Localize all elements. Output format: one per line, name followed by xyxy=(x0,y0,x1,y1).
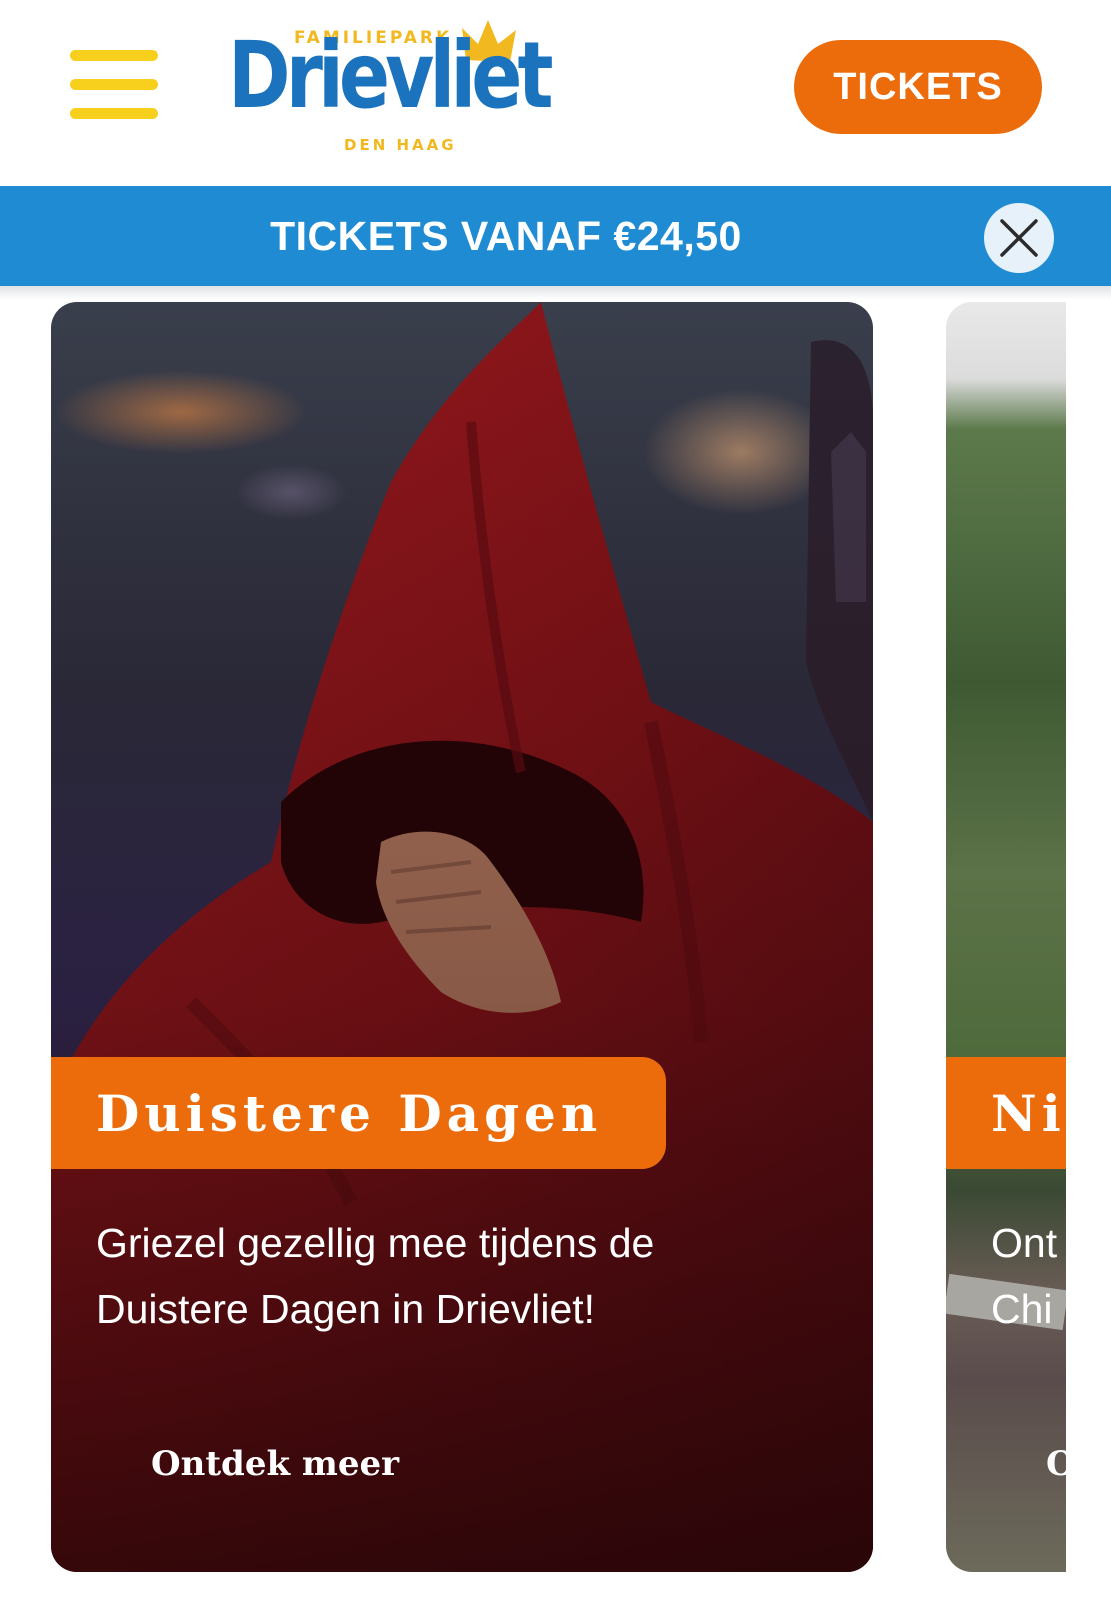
logo-bottom-text: DEN HAAG xyxy=(344,136,457,154)
promo-bar: TICKETS VANAF €24,50 xyxy=(0,186,1111,286)
card-title: Ni xyxy=(991,1083,1066,1143)
ride-trees-photo xyxy=(946,302,1066,1572)
header-shadow xyxy=(0,286,1111,300)
event-card-partial[interactable]: Ni Ont Chi O xyxy=(946,302,1066,1572)
card-description-line: Ont xyxy=(991,1220,1058,1266)
logo-wordmark: Drievliet xyxy=(228,22,554,129)
card-title-tag: Ni xyxy=(946,1057,1066,1169)
close-button[interactable] xyxy=(984,203,1054,273)
card-title-tag: Duistere Dagen xyxy=(51,1057,666,1169)
close-icon xyxy=(1000,219,1038,257)
event-card-duistere-dagen[interactable]: Duistere Dagen Griezel gezellig mee tijd… xyxy=(51,302,873,1572)
card-description: Griezel gezellig mee tijdens de Duistere… xyxy=(96,1220,655,1332)
tickets-button[interactable]: TICKETS xyxy=(794,40,1042,134)
menu-bar-top xyxy=(70,50,158,61)
card-title: Duistere Dagen xyxy=(96,1083,603,1143)
menu-bar-bottom xyxy=(70,108,158,119)
drievliet-logo[interactable]: FAMILIEPARK Drievliet DEN HAAG xyxy=(228,16,588,158)
hooded-figure-illustration xyxy=(51,302,873,1572)
card-description-line: Chi xyxy=(991,1286,1053,1332)
hamburger-menu-icon[interactable] xyxy=(70,50,158,120)
menu-bar-middle xyxy=(70,79,158,90)
promo-text[interactable]: TICKETS VANAF €24,50 xyxy=(0,186,1012,286)
discover-more-link[interactable]: Ontdek meer xyxy=(151,1444,399,1484)
site-header: FAMILIEPARK Drievliet DEN HAAG TICKETS xyxy=(0,0,1111,186)
discover-more-link[interactable]: O xyxy=(1046,1444,1066,1484)
card-description: Ont Chi xyxy=(991,1210,1066,1342)
